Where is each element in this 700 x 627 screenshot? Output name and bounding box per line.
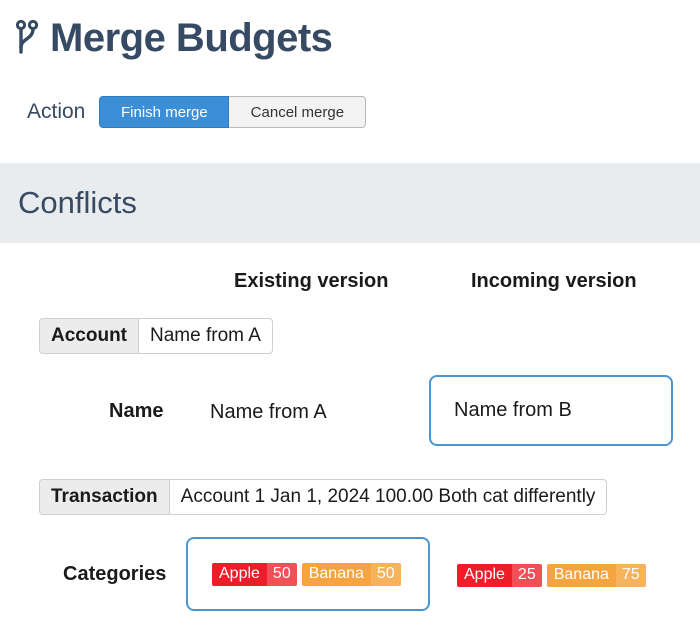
account-tag-key: Account [40, 319, 139, 353]
page-title: Merge Budgets [50, 15, 333, 60]
cancel-merge-button[interactable]: Cancel merge [229, 96, 367, 128]
existing-version-heading: Existing version [234, 270, 389, 292]
transaction-tag-key: Transaction [40, 480, 170, 514]
finish-merge-button[interactable]: Finish merge [99, 96, 230, 128]
existing-name-value: Name from A [210, 400, 327, 423]
incoming-version-heading: Incoming version [471, 270, 637, 292]
category-name: Apple [212, 562, 267, 586]
account-tag: Account Name from A [39, 318, 273, 354]
category-pill: Banana 50 [301, 562, 401, 586]
existing-name-option[interactable]: Name from A [190, 392, 360, 432]
category-name: Banana [546, 563, 616, 587]
incoming-name-value: Name from B [454, 399, 572, 421]
category-amount: 50 [266, 562, 297, 586]
action-bar: Action Finish merge Cancel merge [27, 96, 367, 128]
categories-row-label: Categories [63, 563, 167, 585]
existing-categories-option[interactable]: Apple 50 Banana 50 [186, 537, 430, 611]
section-title: Conflicts [18, 185, 137, 220]
account-tag-value: Name from A [150, 325, 261, 346]
page-header: Merge Budgets [16, 14, 333, 62]
category-name: Apple [457, 563, 512, 587]
category-amount: 50 [370, 562, 401, 586]
transaction-tag-value: Account 1 Jan 1, 2024 100.00 Both cat di… [180, 486, 596, 507]
incoming-categories-option[interactable]: Apple 25 Banana 75 [446, 560, 676, 590]
transaction-tag: Transaction Account 1 Jan 1, 2024 100.00… [39, 479, 608, 515]
incoming-name-option[interactable]: Name from B [429, 375, 673, 446]
category-pill: Banana 75 [546, 563, 646, 587]
action-label: Action [27, 100, 86, 123]
category-amount: 75 [615, 563, 646, 587]
category-amount: 25 [511, 563, 542, 587]
category-name: Banana [301, 562, 371, 586]
category-pill: Apple 25 [457, 563, 542, 587]
conflicts-section-header: Conflicts [0, 163, 700, 243]
name-row-label: Name [109, 400, 164, 422]
git-merge-icon [16, 19, 38, 57]
category-pill: Apple 50 [212, 562, 297, 586]
